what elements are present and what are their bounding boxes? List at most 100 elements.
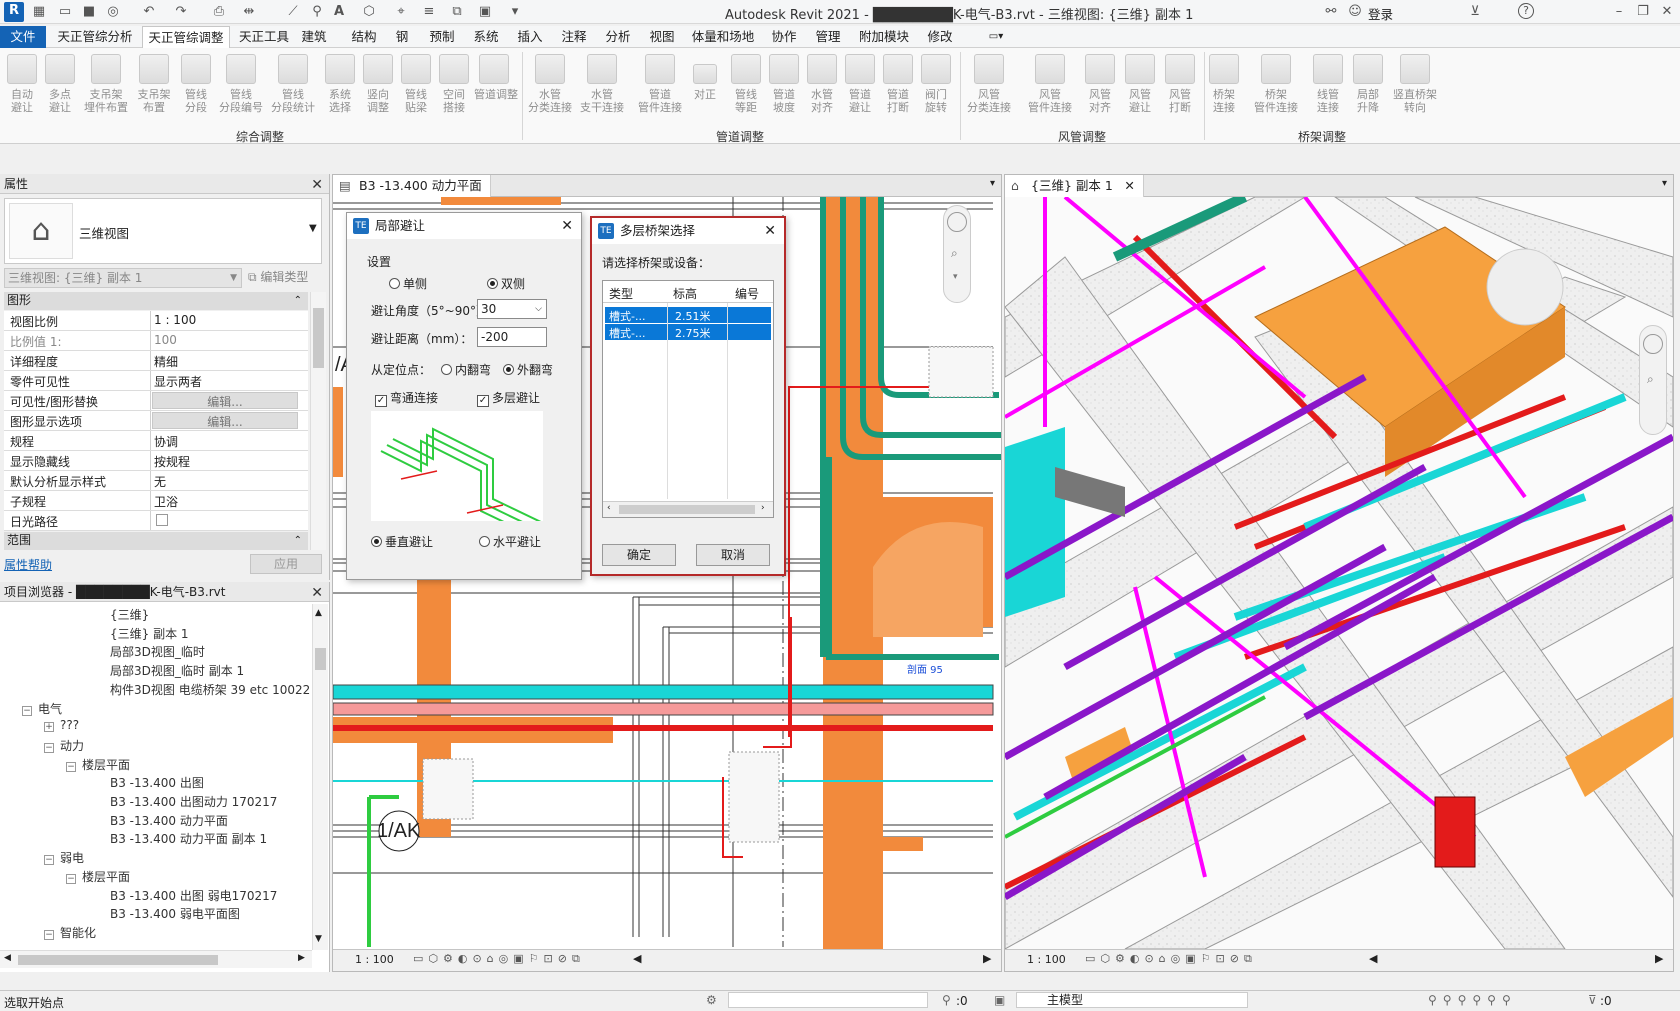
properties-scrollbar[interactable] [310,292,326,550]
pipe-to-beam-button[interactable]: 管线 贴梁 [398,54,434,114]
section-label[interactable]: 剖面 95 [907,663,943,676]
tab-addins[interactable]: 附加模块 [854,26,914,48]
collapse-icon[interactable]: − [66,761,76,772]
scroll-up-icon[interactable]: ▲ [315,608,322,618]
tab-file[interactable]: 文件 [0,26,46,48]
tray-fitting-connect-button[interactable]: 桥架 管件连接 [1250,54,1302,114]
switch-windows-icon[interactable]: ▣ [476,3,494,21]
vertical-avoid-radio[interactable]: 垂直避让 [371,533,433,550]
tab-tz-tools[interactable]: 天正工具 [234,26,294,48]
tab-insert[interactable]: 插入 [512,26,548,48]
open-icon[interactable]: ▭ [56,3,74,21]
apply-button[interactable]: 应用 [250,554,322,574]
tab-systems[interactable]: 系统 [468,26,504,48]
pipe-segment-button[interactable]: 管线 分段 [178,54,214,114]
3d-model-render[interactable] [1005,197,1673,949]
tab-tz-adjust[interactable]: 天正管综调整 [142,26,230,48]
pipe-avoid-button[interactable]: 管道 避让 [842,54,878,114]
scroll-right-icon[interactable]: ▶ [1655,952,1663,965]
scroll-right-icon[interactable]: › [761,503,765,513]
close-dialog-icon[interactable]: ✕ [561,213,573,239]
undo-icon[interactable]: ↶ [140,3,158,21]
tab-view[interactable]: 视图 [644,26,680,48]
scroll-left-icon[interactable]: ‹ [607,503,611,513]
tree-item[interactable]: B3 -13.400 出图动力 170217 [110,793,277,810]
customize-qat-icon[interactable]: ▾ [506,3,524,21]
browser-scrollbar[interactable]: ▲ ▼ [312,604,328,950]
prop-row[interactable]: 子规程 卫浴 [4,491,308,511]
3d-view-icon[interactable]: ⬡ [360,3,378,21]
graphic-display-edit-button[interactable]: 编辑... [152,412,298,429]
tab-steel[interactable]: 钢 [390,26,414,48]
browser-hscrollbar[interactable]: ◀ ▶ [0,950,312,968]
close-dialog-icon[interactable]: ✕ [764,218,776,244]
revit-logo-icon[interactable]: R [4,2,24,22]
view-scale[interactable]: 1 : 100 [1027,953,1066,966]
align-button[interactable]: 对正 [690,54,720,101]
horizontal-avoid-radio[interactable]: 水平避让 [479,533,541,550]
tree-item[interactable]: 构件3D视图 电缆桥架 39 etc 100226 [110,681,310,698]
tree-item[interactable]: B3 -13.400 出图 [110,774,204,791]
conduit-connect-button[interactable]: 线管 连接 [1310,54,1346,114]
thin-lines-icon[interactable]: ≡ [420,3,438,21]
tab-massing[interactable]: 体量和场地 [688,26,758,48]
tab-3d-view[interactable]: ⌂ {三维} 副本 1 ✕ [1005,175,1144,197]
equal-spacing-button[interactable]: 管线 等距 [728,54,764,114]
vertical-adjust-button[interactable]: 竖向 调整 [360,54,396,114]
tab-manage[interactable]: 管理 [810,26,846,48]
navigation-bar[interactable]: ⌕ ▾ [943,205,971,303]
hanger-place-button[interactable]: 支吊架 布置 [134,54,174,114]
view-scale[interactable]: 1 : 100 [355,953,394,966]
text-icon[interactable]: A [330,3,348,21]
tree-item[interactable]: − 楼层平面 [66,756,130,773]
scroll-left-icon[interactable]: ◀ [4,953,11,963]
close-tab-icon[interactable]: ✕ [1124,175,1134,197]
workset-select[interactable] [728,992,928,1008]
scroll-right-icon[interactable]: ▶ [298,953,305,963]
tab-menu-icon[interactable]: ▾ [1662,178,1667,189]
duct-class-connect-button[interactable]: 风管 分类连接 [964,54,1014,114]
edit-type-button[interactable]: ⧉ 编辑类型 [248,268,328,288]
prop-row[interactable]: 日光路径 [4,511,308,531]
tree-item[interactable]: B3 -13.400 出图 弱电170217 [110,887,277,904]
collapse-icon[interactable]: − [44,855,54,866]
navigation-bar[interactable]: ⌕ [1639,325,1667,435]
tree-item[interactable]: +??? [44,718,79,733]
pipe-break-button[interactable]: 管道 打断 [880,54,916,114]
tab-tz-analysis[interactable]: 天正管综分析 [50,26,140,48]
tree-item[interactable]: − 弱电 [44,849,84,866]
segment-number-button[interactable]: 管线 分段编号 [216,54,266,114]
view-control-icons[interactable]: ▭⬡⚙◐⊙⌂◎▣⚐⊡⊘⧉ [413,952,585,966]
scroll-right-icon[interactable]: ▶ [983,952,991,965]
scroll-thumb[interactable] [315,648,326,670]
steering-wheel-icon[interactable] [1643,334,1663,354]
section-graphics[interactable]: 图形 ⌃ [4,292,308,310]
scroll-left-icon[interactable]: ◀ [633,952,641,965]
tray-table[interactable]: 类型 标高 编号 槽式-... 2.51米 槽式-... 2.75米 ‹ › [602,280,774,518]
selection-mode-icons[interactable]: ⚲⚲⚲⚲⚲⚲ [1428,993,1517,1007]
design-options-icon[interactable]: ▣ [994,993,1005,1007]
tree-item[interactable]: {三维} [110,606,149,623]
nav-dropdown-icon[interactable]: ▾ [953,272,958,282]
cart-icon[interactable]: ⊻ [1466,3,1484,21]
close-icon[interactable]: ✕ [1658,3,1676,21]
save-icon[interactable]: ■ [80,3,98,21]
tree-item[interactable]: B3 -13.400 动力平面 副本 1 [110,830,267,847]
space-overlap-button[interactable]: 空间 搭接 [436,54,472,114]
close-properties-icon[interactable]: ✕ [311,175,323,195]
tree-item[interactable]: B3 -13.400 动力平面 [110,812,228,829]
prop-row[interactable]: 详细程度 精细 [4,351,308,371]
steering-wheel-icon[interactable] [947,212,967,232]
zoom-icon[interactable]: ⌕ [1647,372,1654,387]
view-instance-selector[interactable]: 三维视图: {三维} 副本 1 ▼ [4,268,242,288]
local-lift-button[interactable]: 局部 升降 [1350,54,1386,114]
water-branch-connect-button[interactable]: 水管 支干连接 [578,54,626,114]
collapse-icon[interactable]: − [22,705,32,716]
binoculars-icon[interactable]: ⚯ [1322,3,1340,21]
water-class-connect-button[interactable]: 水管 分类连接 [526,54,574,114]
tree-item[interactable]: 局部3D视图_临时 [110,643,205,660]
segment-stats-button[interactable]: 管线 分段统计 [268,54,318,114]
scroll-down-icon[interactable]: ▼ [315,934,322,944]
single-side-radio[interactable]: 单侧 [389,275,427,292]
tree-item[interactable]: − 楼层平面 [66,868,130,885]
